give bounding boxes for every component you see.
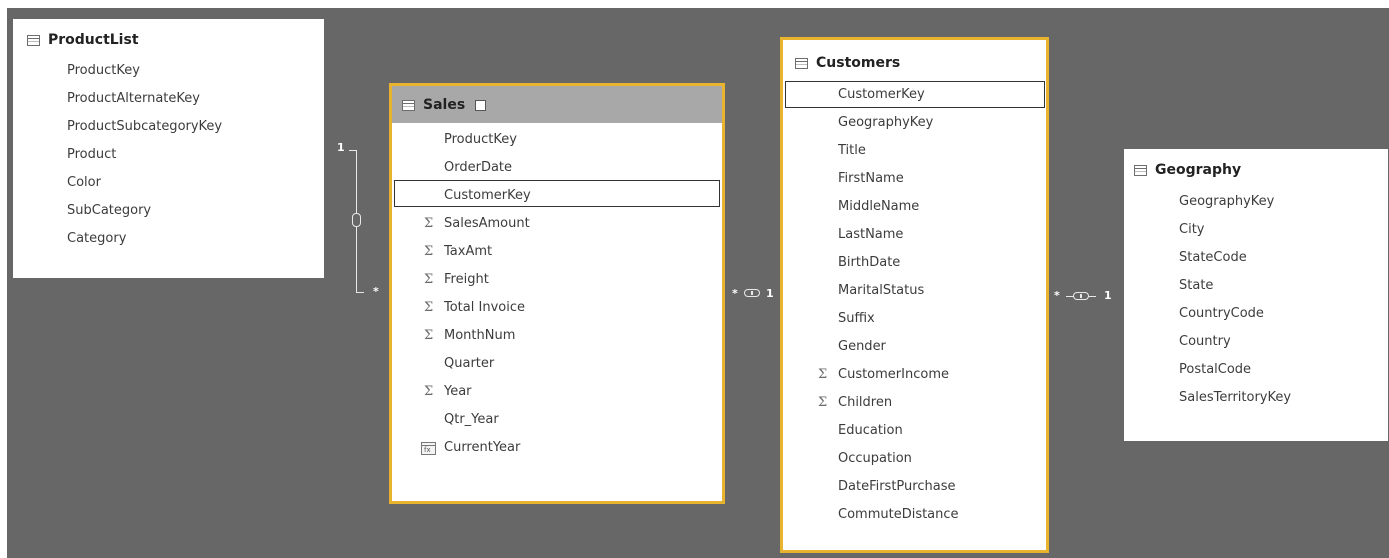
field-item[interactable]: ProductAlternateKey [67, 88, 200, 110]
field-item[interactable]: Country [1179, 331, 1231, 353]
field-item[interactable]: SubCategory [67, 200, 151, 222]
table-title: ProductList [27, 29, 139, 51]
sigma-icon: Σ [818, 367, 828, 382]
field-item[interactable]: PostalCode [1179, 359, 1251, 381]
cross-filter-direction-icon [352, 213, 361, 227]
field-item[interactable]: Category [67, 228, 126, 250]
table-icon [27, 34, 40, 46]
sigma-icon: Σ [424, 272, 434, 287]
field-item[interactable]: CustomerIncome [838, 364, 949, 386]
cross-filter-direction-icon [1073, 292, 1089, 300]
field-item[interactable]: StateCode [1179, 247, 1247, 269]
table-icon [1134, 164, 1147, 176]
field-item[interactable]: Education [838, 420, 903, 442]
field-item[interactable]: Quarter [444, 353, 494, 375]
table-customers[interactable]: Customers CustomerKey GeographyKey Title… [780, 37, 1049, 553]
field-item[interactable]: ProductKey [444, 129, 517, 151]
model-canvas[interactable]: ProductList ProductKey ProductAlternateK… [7, 8, 1389, 558]
field-item[interactable]: Total Invoice [444, 297, 525, 319]
field-item[interactable]: Qtr_Year [444, 409, 499, 431]
sigma-icon: Σ [424, 300, 434, 315]
field-item[interactable]: MonthNum [444, 325, 515, 347]
field-item[interactable]: BirthDate [838, 252, 900, 274]
field-item[interactable]: Children [838, 392, 892, 414]
sigma-icon: Σ [424, 328, 434, 343]
field-item[interactable]: Gender [838, 336, 886, 358]
field-item[interactable]: TaxAmt [444, 241, 492, 263]
field-item[interactable]: MaritalStatus [838, 280, 924, 302]
sigma-icon: Σ [424, 244, 434, 259]
field-item[interactable]: CurrentYear [444, 437, 520, 459]
cardinality-many-label: * [373, 285, 379, 298]
selected-field-highlight [394, 180, 720, 207]
field-item[interactable]: CountryCode [1179, 303, 1264, 325]
field-item[interactable]: MiddleName [838, 196, 919, 218]
cross-filter-direction-icon [744, 289, 760, 297]
field-item[interactable]: Suffix [838, 308, 875, 330]
relationship-line [356, 292, 364, 293]
cardinality-one-label: 1 [1104, 289, 1112, 302]
sigma-icon: Σ [818, 395, 828, 410]
field-item[interactable]: Occupation [838, 448, 912, 470]
table-productlist[interactable]: ProductList ProductKey ProductAlternateK… [13, 19, 324, 278]
field-item[interactable]: OrderDate [444, 157, 512, 179]
table-title-label: ProductList [48, 32, 139, 48]
field-item[interactable]: DateFirstPurchase [838, 476, 955, 498]
table-title-label: Sales [423, 97, 466, 113]
field-item[interactable]: LastName [838, 224, 903, 246]
cardinality-one-label: 1 [337, 141, 345, 154]
table-title-label: Geography [1155, 162, 1242, 178]
field-item[interactable]: GeographyKey [838, 112, 933, 134]
field-item[interactable]: GeographyKey [1179, 191, 1274, 213]
collapse-icon[interactable] [475, 99, 487, 111]
field-item[interactable]: Color [67, 172, 101, 194]
table-title: Sales [402, 94, 487, 116]
cardinality-one-label: 1 [766, 287, 774, 300]
cardinality-many-label: * [732, 287, 738, 300]
table-title-label: Customers [816, 55, 901, 71]
field-item[interactable]: CustomerKey [838, 84, 925, 106]
table-title: Customers [795, 52, 900, 74]
field-item[interactable]: Freight [444, 269, 489, 291]
sigma-icon: Σ [424, 384, 434, 399]
table-geography[interactable]: Geography GeographyKey City StateCode St… [1124, 149, 1388, 441]
sigma-icon: Σ [424, 216, 434, 231]
table-icon [402, 99, 415, 111]
table-sales[interactable]: Sales ProductKey OrderDate CustomerKey Σ… [389, 83, 725, 504]
cardinality-many-label: * [1054, 289, 1060, 302]
field-item[interactable]: CommuteDistance [838, 504, 959, 526]
field-item[interactable]: State [1179, 275, 1213, 297]
table-icon [795, 57, 808, 69]
field-item[interactable]: Year [444, 381, 472, 403]
field-item[interactable]: FirstName [838, 168, 904, 190]
calculated-column-icon: fx [421, 442, 436, 455]
field-item[interactable]: CustomerKey [444, 185, 531, 207]
field-item[interactable]: City [1179, 219, 1204, 241]
field-item[interactable]: Product [67, 144, 116, 166]
field-item[interactable]: SalesTerritoryKey [1179, 387, 1291, 409]
table-title: Geography [1134, 159, 1241, 181]
field-item[interactable]: Title [838, 140, 866, 162]
field-item[interactable]: ProductSubcategoryKey [67, 116, 222, 138]
field-item[interactable]: ProductKey [67, 60, 140, 82]
field-item[interactable]: SalesAmount [444, 213, 530, 235]
